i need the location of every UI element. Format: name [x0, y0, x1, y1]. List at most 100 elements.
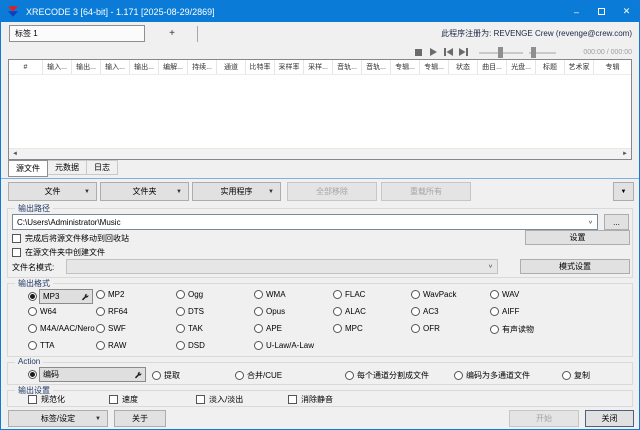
column-header[interactable]: 光盘... — [507, 60, 536, 74]
format-radio-alac[interactable]: ALAC — [333, 307, 366, 316]
browse-path-button[interactable]: ... — [604, 214, 629, 230]
column-header[interactable]: 持续... — [188, 60, 217, 74]
format-radio-ulaw-alaw[interactable]: U-Law/A-Law — [254, 341, 314, 350]
action-radio-merge-cue[interactable]: 合并/CUE — [235, 370, 282, 381]
format-radio-rf64[interactable]: RF64 — [96, 307, 128, 316]
action-radio-split-channels[interactable]: 每个通道分割成文件 — [345, 370, 429, 381]
action-radio-extract[interactable]: 提取 — [152, 370, 180, 381]
format-radio-dts[interactable]: DTS — [176, 307, 204, 316]
format-radio-wav[interactable]: WAV — [490, 290, 519, 299]
format-radio-ogg[interactable]: Ogg — [176, 290, 203, 299]
column-header[interactable]: 输入... — [101, 60, 130, 74]
format-radio-dsd[interactable]: DSD — [176, 341, 205, 350]
action-radio-encode[interactable] — [28, 370, 37, 379]
tab-log[interactable]: 日志 — [87, 160, 118, 175]
format-radio-tta[interactable]: TTA — [28, 341, 55, 350]
action-radio-multichannel[interactable]: 编码为多通道文件 — [454, 370, 530, 381]
format-radio-flac[interactable]: FLAC — [333, 290, 365, 299]
utilities-menu-button[interactable]: 实用程序 ▼ — [192, 182, 281, 201]
format-radio-ape[interactable]: APE — [254, 324, 282, 333]
scroll-left-icon[interactable]: ◄ — [9, 149, 21, 159]
column-header[interactable]: 标题 — [536, 60, 565, 74]
maximize-button[interactable] — [589, 1, 614, 22]
column-header[interactable]: 采样率 — [275, 60, 304, 74]
format-radio-audiobook[interactable]: 有声读物 — [490, 324, 534, 335]
column-header[interactable]: 曲目... — [478, 60, 507, 74]
move-to-recycle-checkbox[interactable]: 完成后将源文件移动到回收站 — [12, 233, 129, 244]
column-header[interactable]: 艺术家 — [565, 60, 594, 74]
column-header[interactable]: 音轨... — [333, 60, 362, 74]
format-radio-swf[interactable]: SWF — [96, 324, 126, 333]
format-radio-tak[interactable]: TAK — [176, 324, 203, 333]
folder-menu-button[interactable]: 文件夹 ▼ — [100, 182, 189, 201]
format-radio-opus[interactable]: Opus — [254, 307, 285, 316]
format-radio-mp2[interactable]: MP2 — [96, 290, 124, 299]
path-settings-button[interactable]: 设置 — [525, 230, 630, 245]
column-header[interactable]: 音轨... — [362, 60, 391, 74]
format-radio-raw[interactable]: RAW — [96, 341, 126, 350]
normalize-checkbox[interactable]: 规范化 — [28, 394, 65, 405]
horizontal-scrollbar[interactable]: ◄ ► — [9, 148, 631, 159]
previous-track-button[interactable] — [441, 47, 456, 58]
scrollbar-track[interactable] — [21, 149, 619, 159]
format-radio-wma[interactable]: WMA — [254, 290, 286, 299]
format-selected-box-mp3[interactable]: MP3 — [39, 289, 93, 304]
wrench-icon[interactable] — [134, 371, 142, 379]
tags-presets-button[interactable]: 标签/设定 ▼ — [8, 410, 108, 427]
action-radio-copy[interactable]: 复制 — [562, 370, 590, 381]
next-track-button[interactable] — [456, 47, 471, 58]
reload-all-button[interactable]: 重载所有 — [381, 182, 471, 201]
remove-all-button[interactable]: 全部移除 — [287, 182, 377, 201]
speed-checkbox[interactable]: 速度 — [109, 394, 138, 405]
fade-checkbox[interactable]: 淡入/淡出 — [196, 394, 243, 405]
column-header[interactable]: 输出... — [130, 60, 159, 74]
action-selected-box-encode[interactable]: 编码 — [39, 367, 146, 382]
volume-slider[interactable] — [529, 47, 556, 58]
minimize-button[interactable]: – — [564, 1, 589, 22]
tab-label-1[interactable]: 标签 1 — [9, 25, 145, 42]
column-header[interactable]: 输出... — [72, 60, 101, 74]
format-radio-aiff[interactable]: AIFF — [490, 307, 519, 316]
format-radio-mpc[interactable]: MPC — [333, 324, 363, 333]
format-radio-mp3[interactable] — [28, 292, 37, 301]
toolbar-more-dropdown-button[interactable]: ▼ — [613, 182, 634, 201]
output-path-combobox[interactable]: C:\Users\Administrator\Music ∨ — [12, 214, 598, 230]
column-header[interactable]: 专辑 — [594, 60, 631, 74]
volume-thumb[interactable] — [531, 47, 536, 58]
column-header[interactable]: 通道 — [217, 60, 246, 74]
tab-metadata[interactable]: 元数据 — [48, 160, 87, 175]
stop-button[interactable] — [411, 47, 426, 58]
column-header[interactable]: 专辑... — [391, 60, 420, 74]
create-in-source-checkbox[interactable]: 在源文件夹中创建文件 — [12, 247, 105, 258]
column-header[interactable]: 编解... — [159, 60, 188, 74]
close-button[interactable]: 关闭 — [585, 410, 634, 427]
format-radio-wavpack[interactable]: WavPack — [411, 290, 457, 299]
column-header[interactable]: # — [9, 60, 43, 74]
file-menu-button[interactable]: 文件 ▼ — [8, 182, 97, 201]
output-settings-group: 输出设置 规范化 速度 淡入/淡出 消除静音 — [7, 390, 633, 407]
file-list-body[interactable] — [9, 75, 631, 148]
column-header[interactable]: 采样... — [304, 60, 333, 74]
pattern-settings-button[interactable]: 模式设置 — [520, 259, 630, 274]
radio-circle — [176, 341, 185, 350]
column-header[interactable]: 状态 — [449, 60, 478, 74]
seek-thumb[interactable] — [498, 47, 503, 58]
remove-silence-checkbox[interactable]: 消除静音 — [288, 394, 333, 405]
close-window-button[interactable]: ✕ — [614, 1, 639, 22]
filename-pattern-combobox[interactable]: ∨ — [66, 259, 498, 274]
play-button[interactable] — [426, 47, 441, 58]
format-radio-w64[interactable]: W64 — [28, 307, 56, 316]
format-radio-ac3[interactable]: AC3 — [411, 307, 439, 316]
seek-slider[interactable] — [479, 47, 523, 58]
start-button[interactable]: 开始 — [509, 410, 579, 427]
add-tab-button[interactable]: + — [159, 25, 185, 42]
column-header[interactable]: 专辑... — [420, 60, 449, 74]
about-button[interactable]: 关于 — [114, 410, 166, 427]
column-header[interactable]: 输入... — [43, 60, 72, 74]
wrench-icon[interactable] — [81, 293, 89, 301]
scroll-right-icon[interactable]: ► — [619, 149, 631, 159]
format-radio-ofr[interactable]: OFR — [411, 324, 440, 333]
tab-source-files[interactable]: 源文件 — [8, 160, 48, 177]
format-radio-m4a-aac-nero[interactable]: M4A/AAC/Nero — [28, 324, 95, 333]
column-header[interactable]: 比特率 — [246, 60, 275, 74]
